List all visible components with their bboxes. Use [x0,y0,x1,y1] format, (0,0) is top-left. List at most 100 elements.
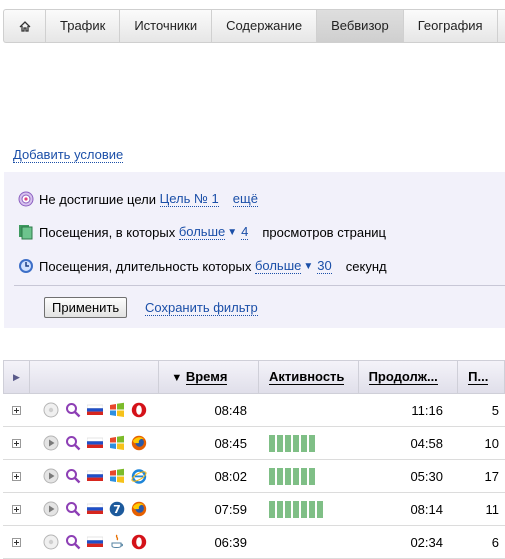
activity-bar [293,500,299,518]
activity-bar [309,500,315,518]
activity-bar [301,500,307,518]
activity-bars [259,500,359,518]
svg-text:7: 7 [113,503,121,516]
java-icon [111,534,123,548]
play-icon[interactable] [43,534,59,550]
pages-value-field[interactable]: 4 [241,224,249,240]
activity-bar [269,434,275,452]
duration-value-field[interactable]: 30 [317,258,332,274]
play-icon[interactable] [43,501,59,517]
table-row[interactable]: 08:48 11:16 5 [3,394,505,427]
triangle-right-icon: ▶ [12,372,20,382]
windows-icon [110,402,124,417]
add-condition-link[interactable]: Добавить условие [13,147,124,163]
activity-bar [309,434,315,452]
activity-bar [301,434,307,452]
apply-button[interactable]: Применить [44,297,128,318]
sort-arrow-icon: ▼ [171,372,183,384]
table-header: ▶ ▼ Время Активность Продолж... П... [3,360,505,394]
visit-icons [29,534,159,550]
visit-time: 08:48 [214,402,247,418]
visit-time: 08:45 [214,435,247,451]
pages-filter-suffix: просмотров страниц [262,224,387,240]
play-icon[interactable] [43,468,59,484]
play-icon[interactable] [43,402,59,418]
table-row[interactable]: 08:45 04:58 10 [3,427,505,460]
russia-flag-icon [87,404,103,415]
filter-goal-row: Не достигшие цели Цель № 1 ещё [18,191,258,207]
search-icon[interactable] [65,435,81,451]
duration-filter-text: Посещения, длительность которых [39,258,252,274]
russia-flag-icon [87,503,103,514]
expand-row-icon[interactable] [11,438,21,448]
firefox-icon [131,435,147,451]
tab-sources[interactable]: Источники [120,10,213,42]
save-filter-link[interactable]: Сохранить фильтр [145,300,258,316]
search-icon[interactable] [65,534,81,550]
activity-bar [285,434,291,452]
russia-flag-icon [87,437,103,448]
search-icon[interactable] [65,402,81,418]
visit-icons: 7 [29,501,159,517]
goal-select-link[interactable]: Цель № 1 [159,191,219,207]
header-time[interactable]: ▼ Время [159,361,259,393]
visit-pages: 11 [485,501,500,517]
visit-duration: 05:30 [410,468,443,484]
header-pages[interactable]: П... [458,361,504,393]
russia-flag-icon [87,536,103,547]
visit-time: 07:59 [214,501,247,517]
header-activity[interactable]: Активность [259,361,359,393]
activity-bars [259,467,359,485]
main-tabs: Трафик Источники Содержание Вебвизор Гео… [3,9,505,43]
activity-bar [309,467,315,485]
search-icon[interactable] [65,501,81,517]
expand-row-icon[interactable] [11,504,21,514]
activity-bar [277,467,283,485]
visit-duration: 11:16 [411,402,443,418]
tab-geography[interactable]: География [404,10,498,42]
visit-pages: 17 [484,468,499,484]
duration-operator-dropdown[interactable]: больше [254,258,302,274]
visit-icons [29,402,159,418]
pages-icon [19,225,33,240]
activity-bar [293,467,299,485]
dropdown-arrow-icon: ▼ [303,260,314,272]
activity-bar [269,467,275,485]
activity-bars [259,434,359,452]
expand-row-icon[interactable] [11,405,21,415]
table-body: 08:48 11:16 5 08:45 04:58 10 08:02 05:30… [3,394,505,559]
header-duration[interactable]: Продолж... [359,361,459,393]
visit-time: 08:02 [214,468,247,484]
duration-filter-suffix: секунд [345,258,387,274]
visits-table: ▶ ▼ Время Активность Продолж... П... 08:… [3,360,505,559]
goal-filter-text: Не достигшие цели [39,191,156,207]
table-row[interactable]: 06:39 02:34 6 [3,526,505,559]
firefox-icon [131,501,147,517]
internet-explorer-icon [131,469,147,484]
pages-operator-dropdown[interactable]: больше [178,224,226,240]
expand-row-icon[interactable] [11,471,21,481]
opera-icon [131,534,147,550]
activity-bar [293,434,299,452]
activity-bar [301,467,307,485]
play-icon[interactable] [43,435,59,451]
visit-duration: 08:14 [410,501,443,517]
header-icons [30,361,160,393]
tab-home[interactable] [4,10,46,42]
activity-bar [277,500,283,518]
tab-webvisor[interactable]: Вебвизор [317,10,404,42]
windows7-icon: 7 [109,501,125,517]
tab-traffic[interactable]: Трафик [46,10,121,42]
goal-more-link[interactable]: ещё [232,191,258,207]
tab-content[interactable]: Содержание [212,10,318,42]
activity-bar [317,500,323,518]
search-icon[interactable] [65,468,81,484]
opera-icon [131,402,147,418]
table-row[interactable]: 7 07:59 08:14 11 [3,493,505,526]
expand-row-icon[interactable] [11,537,21,547]
table-row[interactable]: 08:02 05:30 17 [3,460,505,493]
activity-bar [277,434,283,452]
visit-pages: 6 [491,534,499,550]
expand-all-toggle[interactable]: ▶ [4,361,30,393]
visit-duration: 04:58 [410,435,443,451]
